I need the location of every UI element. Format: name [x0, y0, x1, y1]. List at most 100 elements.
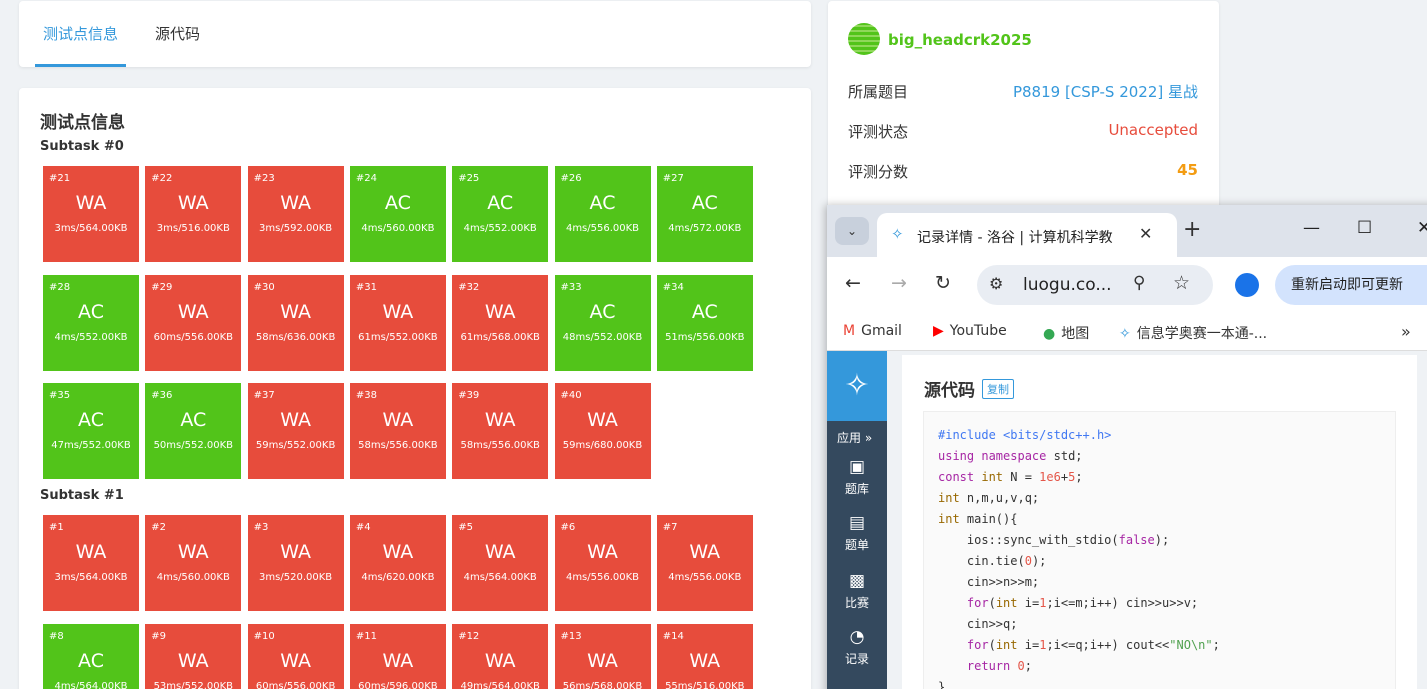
- score-value: 45: [1177, 161, 1198, 179]
- update-button[interactable]: 重新启动即可更新: [1275, 265, 1427, 305]
- testcase-tile[interactable]: #39 WA 58ms/556.00KB: [452, 383, 549, 479]
- testcase-tile[interactable]: #5 WA 4ms/564.00KB: [452, 515, 549, 611]
- testcase-number: #21: [49, 173, 71, 184]
- zoom-icon[interactable]: ⚲: [1133, 273, 1145, 293]
- bookmark-maps[interactable]: ● 地图: [1043, 323, 1089, 343]
- info-label: 所属题目: [848, 83, 909, 101]
- forward-icon[interactable]: →: [891, 272, 907, 294]
- testcase-tile[interactable]: #26 AC 4ms/556.00KB: [554, 166, 651, 262]
- new-tab-button[interactable]: +: [1183, 217, 1201, 242]
- testcase-number: #2: [151, 522, 167, 533]
- tab-testcases[interactable]: 测试点信息: [34, 1, 127, 67]
- bookmark-star-icon[interactable]: ☆: [1173, 272, 1190, 294]
- code-line: cin>>n>>m;: [938, 575, 1040, 589]
- testcase-tile[interactable]: #28 AC 4ms/552.00KB: [43, 274, 139, 371]
- testcase-number: #29: [151, 281, 173, 293]
- testcase-number: #4: [355, 522, 371, 533]
- testcase-status: WA: [484, 541, 516, 563]
- sidebar-item-records[interactable]: ◔ 记录: [827, 627, 887, 667]
- testcase-tile[interactable]: #30 WA 58ms/636.00KB: [247, 274, 344, 371]
- testcase-tile[interactable]: #9 WA 53ms/552.00KB: [145, 623, 242, 689]
- testcase-number: #6: [560, 522, 576, 533]
- testcase-status: WA: [280, 541, 311, 563]
- code-line: using namespace std;: [938, 449, 1083, 463]
- testcase-tile[interactable]: #10 WA 60ms/556.00KB: [247, 623, 344, 689]
- testcase-tile[interactable]: #37 WA 59ms/552.00KB: [247, 383, 344, 479]
- address-bar[interactable]: ⚙ luogu.co... ⚲ ☆: [977, 265, 1213, 305]
- pie-chart-icon: ◔: [849, 627, 865, 647]
- close-tab-icon[interactable]: ✕: [1139, 224, 1152, 243]
- close-window-icon[interactable]: ✕: [1417, 218, 1427, 238]
- testcase-number: #14: [662, 630, 684, 642]
- testcase-tile[interactable]: #31 WA 61ms/552.00KB: [349, 274, 446, 371]
- sidebar-item-problems[interactable]: ▣ 题库: [827, 457, 887, 497]
- testcase-tile[interactable]: #25 AC 4ms/552.00KB: [452, 166, 549, 262]
- testcase-status: WA: [177, 192, 209, 214]
- testcase-tile[interactable]: #29 WA 60ms/556.00KB: [145, 274, 242, 371]
- tab-source-code[interactable]: 源代码: [155, 1, 200, 67]
- copy-button[interactable]: 复制: [982, 379, 1014, 399]
- avatar[interactable]: [848, 23, 880, 55]
- testcase-tile[interactable]: #27 AC 4ms/572.00KB: [656, 166, 753, 262]
- testcase-tile[interactable]: #14 WA 55ms/516.00KB: [656, 623, 753, 689]
- book-icon: ▣: [848, 457, 866, 477]
- testcase-tile[interactable]: #1 WA 3ms/564.00KB: [43, 515, 139, 611]
- testcase-tile[interactable]: #11 WA 60ms/596.00KB: [349, 623, 446, 689]
- testcase-tile[interactable]: #4 WA 4ms/620.00KB: [349, 515, 446, 611]
- testcase-result: 51ms/556.00KB: [665, 331, 745, 343]
- testcase-tile[interactable]: #23 WA 3ms/592.00KB: [247, 166, 344, 262]
- back-icon[interactable]: ←: [845, 272, 861, 294]
- testcase-status: WA: [587, 649, 618, 672]
- testcase-tile[interactable]: #33 AC 48ms/552.00KB: [554, 274, 651, 371]
- sidebar-app-toggle[interactable]: 应用 »: [837, 429, 872, 446]
- testcase-tile[interactable]: #24 AC 4ms/560.00KB: [349, 166, 446, 262]
- youtube-icon: ▶: [933, 323, 944, 339]
- testcase-tile[interactable]: #7 WA 4ms/556.00KB: [656, 515, 753, 611]
- tab-search-button[interactable]: ⌄: [835, 217, 869, 245]
- profile-icon[interactable]: [1235, 273, 1259, 297]
- testcase-tile[interactable]: #8 AC 4ms/564.00KB: [43, 623, 139, 689]
- problem-link[interactable]: P8819 [CSP-S 2022] 星战: [1013, 81, 1198, 102]
- code-block[interactable]: #include <bits/stdc++.h> using namespace …: [923, 411, 1396, 689]
- bookmarks-more-icon[interactable]: »: [1401, 322, 1411, 341]
- testcase-tile[interactable]: #34 AC 51ms/556.00KB: [656, 274, 753, 371]
- username-link[interactable]: big_headcrk2025: [888, 31, 1032, 49]
- sidebar-item-contests[interactable]: ▩ 比赛: [827, 571, 887, 611]
- testcase-tile[interactable]: #3 WA 3ms/520.00KB: [247, 515, 344, 611]
- code-line: const int N = 1e6+5;: [938, 470, 1083, 484]
- testcase-result: 58ms/556.00KB: [358, 440, 438, 451]
- browser-tab[interactable]: ✧ 记录详情 - 洛谷 | 计算机科学教 ✕: [877, 213, 1177, 257]
- site-info-icon[interactable]: ⚙: [989, 274, 1003, 293]
- testcase-number: #8: [49, 630, 64, 642]
- testcase-status: WA: [689, 541, 721, 563]
- testcase-tile[interactable]: #32 WA 61ms/568.00KB: [452, 274, 549, 371]
- testcase-tile[interactable]: #2 WA 4ms/560.00KB: [145, 515, 242, 611]
- testcase-tile[interactable]: #40 WA 59ms/680.00KB: [554, 383, 651, 479]
- testcase-result: 4ms/572.00KB: [668, 223, 742, 234]
- testcase-tile[interactable]: #6 WA 4ms/556.00KB: [554, 515, 651, 611]
- testcase-tile[interactable]: #21 WA 3ms/564.00KB: [43, 166, 139, 262]
- code-line: #include <bits/stdc++.h>: [938, 428, 1112, 442]
- testcase-number: #40: [560, 390, 582, 401]
- testcase-tile[interactable]: #38 WA 58ms/556.00KB: [349, 383, 446, 479]
- reload-icon[interactable]: ↻: [935, 272, 951, 294]
- testcase-result: 60ms/556.00KB: [153, 331, 234, 343]
- minimize-icon[interactable]: —: [1303, 218, 1320, 238]
- luogu-logo-icon[interactable]: ✧: [827, 351, 887, 421]
- status-value: Unaccepted: [1108, 121, 1198, 139]
- bookmark-gmail[interactable]: M Gmail: [843, 323, 902, 339]
- testcase-tile[interactable]: #22 WA 3ms/516.00KB: [145, 166, 242, 262]
- testcase-status: AC: [589, 300, 616, 323]
- testcase-panel: 测试点信息 Subtask #0 Subtask #1 #21 WA 3ms/564…: [19, 88, 811, 689]
- testcase-result: 56ms/568.00KB: [562, 680, 643, 689]
- info-row-problem: 所属题目 P8819 [CSP-S 2022] 星战: [848, 81, 1198, 105]
- maximize-icon[interactable]: ☐: [1357, 218, 1372, 238]
- sidebar-item-lists[interactable]: ▤ 题单: [827, 513, 887, 553]
- bookmark-ybt[interactable]: ✧ 信息学奥赛一本通-...: [1119, 323, 1267, 343]
- testcase-tile[interactable]: #35 AC 47ms/552.00KB: [43, 383, 139, 479]
- testcase-tile[interactable]: #12 WA 49ms/564.00KB: [452, 623, 549, 689]
- testcase-tile[interactable]: #36 AC 50ms/552.00KB: [145, 383, 242, 479]
- testcase-number: #13: [560, 630, 582, 642]
- testcase-tile[interactable]: #13 WA 56ms/568.00KB: [554, 623, 651, 689]
- bookmark-youtube[interactable]: ▶ YouTube: [933, 323, 1007, 339]
